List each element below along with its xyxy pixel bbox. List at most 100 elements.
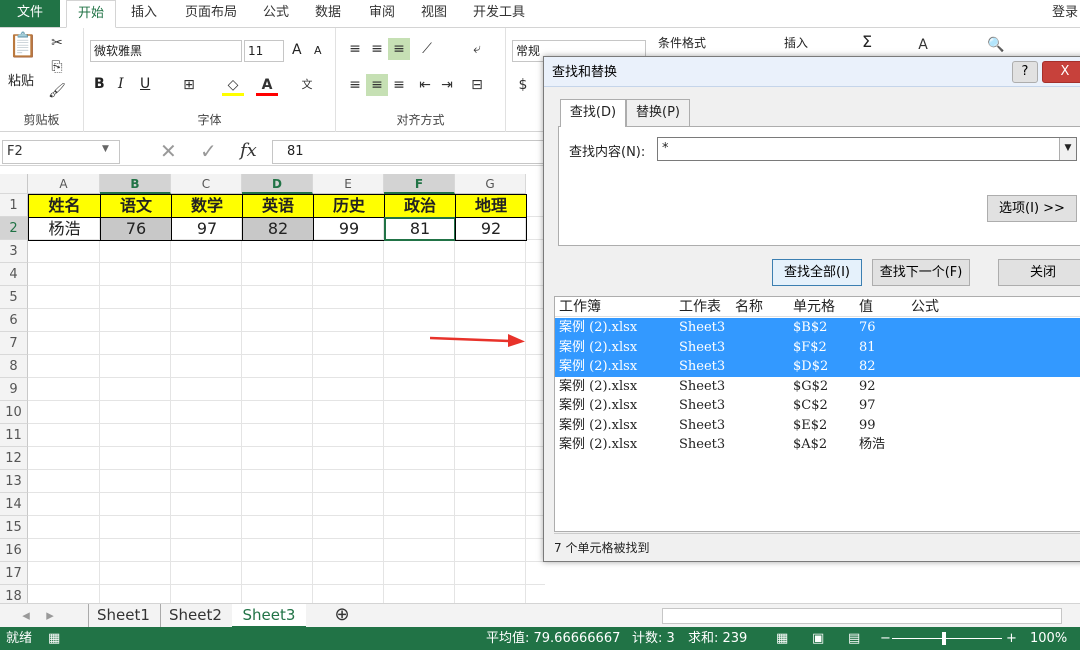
column-header-E[interactable]: E [313,174,384,194]
cancel-icon[interactable]: ✕ [160,139,177,163]
underline-button[interactable]: U [140,76,150,92]
font-size-select[interactable]: 11 [244,40,284,62]
tab-home[interactable]: 开始 [66,0,116,28]
header-cell-D[interactable]: 英语 [242,194,314,218]
paste-button[interactable]: 粘贴 [8,70,34,89]
column-header-B[interactable]: B [100,174,171,194]
zoom-slider[interactable] [892,638,1002,639]
name-box-dropdown-icon[interactable]: ▼ [102,144,109,154]
row-header-3[interactable]: 3 [0,240,28,263]
new-sheet-icon[interactable]: ⊕ [330,604,354,628]
column-header-F[interactable]: F [384,174,455,194]
font-color-icon[interactable]: A [256,74,278,96]
insert-function-button[interactable]: fx [240,140,257,161]
find-input[interactable]: * [657,137,1077,161]
data-cell-C2[interactable]: 97 [171,217,243,241]
header-cell-C[interactable]: 数学 [171,194,243,218]
data-cell-F2[interactable]: 81 [384,217,456,241]
tab-review[interactable]: 审阅 [360,0,404,27]
column-header-C[interactable]: C [171,174,242,194]
prev-sheet-icon[interactable]: ◂ [18,604,34,628]
sheet-tab-1[interactable]: Sheet1 [88,604,158,628]
row-header-2[interactable]: 2 [0,217,28,240]
find-next-button[interactable]: 查找下一个(F) [872,259,970,286]
row-header-11[interactable]: 11 [0,424,28,447]
shrink-font-button[interactable]: A [314,44,322,57]
formula-input[interactable]: 81 [272,140,545,164]
col-value[interactable]: 值 [859,297,873,317]
result-row[interactable]: 案例 (2).xlsx Sheet3 $C$2 97 [555,396,1080,416]
tab-find[interactable]: 查找(D) [560,99,626,127]
bold-button[interactable]: B [94,76,105,92]
header-cell-E[interactable]: 历史 [313,194,385,218]
header-cell-F[interactable]: 政治 [384,194,456,218]
tab-developer[interactable]: 开发工具 [466,0,532,27]
help-button[interactable]: ? [1012,61,1038,83]
insert-cells-button[interactable]: 插入 [784,34,808,51]
accounting-format-icon[interactable]: $ [512,74,534,96]
data-cell-A2[interactable]: 杨浩 [28,217,101,241]
result-row[interactable]: 案例 (2).xlsx Sheet3 $E$2 99 [555,416,1080,436]
autosum-button[interactable]: Σ [862,32,872,51]
select-all-corner[interactable] [0,174,28,194]
cut-icon[interactable]: ✂ [46,32,68,54]
close-x-button[interactable]: X [1042,61,1080,83]
col-formula[interactable]: 公式 [911,297,939,317]
tab-formulas[interactable]: 公式 [254,0,298,27]
row-header-17[interactable]: 17 [0,562,28,585]
align-middle-icon[interactable]: ≡ [366,38,388,60]
page-layout-icon[interactable]: ▣ [812,627,824,650]
result-row[interactable]: 案例 (2).xlsx Sheet3 $A$2 杨浩 [555,435,1080,455]
grow-font-button[interactable]: A [292,42,302,58]
row-header-6[interactable]: 6 [0,309,28,332]
row-header-15[interactable]: 15 [0,516,28,539]
tab-data[interactable]: 数据 [306,0,350,27]
result-row[interactable]: 案例 (2).xlsx Sheet3 $D$2 82 [555,357,1080,377]
result-row[interactable]: 案例 (2).xlsx Sheet3 $G$2 92 [555,377,1080,397]
row-header-14[interactable]: 14 [0,493,28,516]
align-center-icon[interactable]: ≡ [366,74,388,96]
col-cell[interactable]: 单元格 [793,297,835,317]
results-list[interactable]: 工作簿 工作表 名称 单元格 值 公式 案例 (2).xlsx Sheet3 $B$… [554,296,1080,532]
result-row[interactable]: 案例 (2).xlsx Sheet3 $F$2 81 [555,337,1080,357]
tab-replace[interactable]: 替换(P) [626,99,690,127]
row-header-12[interactable]: 12 [0,447,28,470]
data-cell-E2[interactable]: 99 [313,217,385,241]
close-button[interactable]: 关闭 [998,259,1080,286]
align-right-icon[interactable]: ≡ [388,74,410,96]
tab-view[interactable]: 视图 [412,0,456,27]
row-header-9[interactable]: 9 [0,378,28,401]
row-header-10[interactable]: 10 [0,401,28,424]
find-select-icon[interactable]: 🔍 [985,34,1007,56]
italic-button[interactable]: I [118,76,124,92]
fill-color-icon[interactable]: ◇ [222,74,244,96]
header-cell-A[interactable]: 姓名 [28,194,101,218]
sheet-tab-2[interactable]: Sheet2 [160,604,230,628]
row-header-7[interactable]: 7 [0,332,28,355]
row-header-1[interactable]: 1 [0,194,28,217]
enter-icon[interactable]: ✓ [200,139,217,163]
normal-view-icon[interactable]: ▦ [776,627,788,650]
align-top-icon[interactable]: ≡ [344,38,366,60]
zoom-in-icon[interactable]: + [1006,627,1017,650]
align-left-icon[interactable]: ≡ [344,74,366,96]
sort-filter-icon[interactable]: A [912,34,934,56]
row-header-4[interactable]: 4 [0,263,28,286]
align-bottom-icon[interactable]: ≡ [388,38,410,60]
macro-record-icon[interactable]: ▦ [48,627,60,650]
row-header-8[interactable]: 8 [0,355,28,378]
tab-insert[interactable]: 插入 [122,0,166,27]
zoom-slider-thumb[interactable] [942,632,946,645]
increase-indent-icon[interactable]: ⇥ [436,74,458,96]
zoom-level[interactable]: 100% [1030,627,1067,650]
find-all-button[interactable]: 查找全部(I) [772,259,862,286]
format-painter-icon[interactable]: 🖌 [46,80,68,102]
result-row[interactable]: 案例 (2).xlsx Sheet3 $B$2 76 [555,318,1080,338]
font-name-select[interactable]: 微软雅黑 [90,40,242,62]
merge-center-icon[interactable]: ⊟ [466,74,488,96]
options-button[interactable]: 选项(I) >> [987,195,1077,222]
page-break-icon[interactable]: ▤ [848,627,860,650]
col-workbook[interactable]: 工作簿 [559,297,601,317]
find-history-dropdown-icon[interactable]: ▼ [1059,138,1076,160]
col-name[interactable]: 名称 [735,297,763,317]
